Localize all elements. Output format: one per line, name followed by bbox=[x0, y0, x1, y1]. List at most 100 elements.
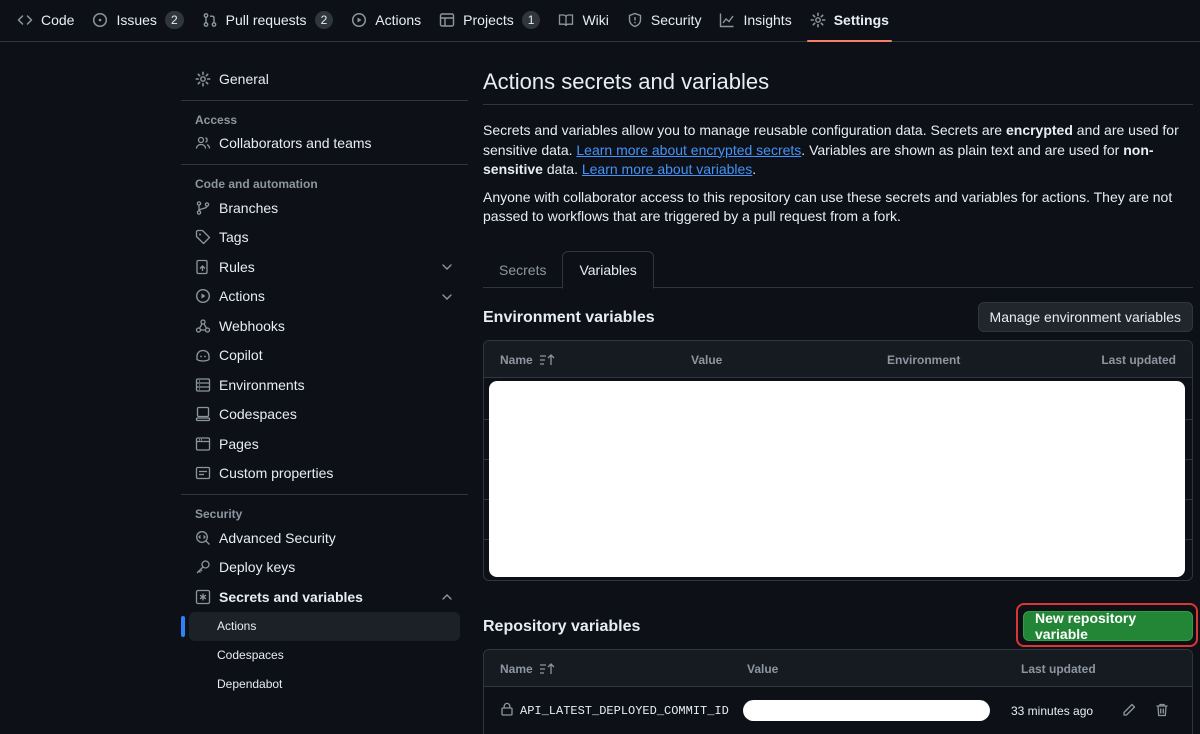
sidebar-heading-security: Security bbox=[195, 507, 243, 521]
pencil-icon[interactable] bbox=[1121, 702, 1137, 718]
projects-count: 1 bbox=[521, 11, 541, 29]
issues-count: 2 bbox=[164, 11, 184, 29]
sidebar-item-label: Webhooks bbox=[219, 317, 285, 334]
tab-security[interactable]: Security bbox=[618, 0, 711, 40]
play-icon bbox=[195, 288, 211, 304]
chevron-down-icon[interactable] bbox=[440, 290, 454, 304]
col-name[interactable]: Name bbox=[500, 662, 555, 676]
new-repository-variable-button[interactable]: New repository variable bbox=[1023, 610, 1193, 642]
tab-insights-label: Insights bbox=[743, 12, 792, 28]
sidebar-subitem-label: Actions bbox=[217, 619, 257, 633]
repo-push-icon bbox=[195, 259, 211, 275]
table-header: Name Value Last updated bbox=[484, 650, 1192, 687]
tab-wiki[interactable]: Wiki bbox=[549, 0, 617, 40]
tab-pull-requests[interactable]: Pull requests 2 bbox=[193, 0, 343, 40]
description-paragraph: Secrets and variables allow you to manag… bbox=[483, 121, 1193, 180]
sidebar-subitem-label: Dependabot bbox=[217, 677, 283, 691]
tab-projects-label: Projects bbox=[463, 12, 514, 28]
col-environment: Environment bbox=[887, 353, 961, 367]
asterisk-icon bbox=[195, 589, 211, 605]
sidebar-item-pages[interactable]: Pages bbox=[181, 429, 468, 459]
col-name-label: Name bbox=[500, 353, 533, 367]
sidebar-item-label: Actions bbox=[219, 288, 265, 305]
sidebar-item-branches[interactable]: Branches bbox=[181, 193, 468, 223]
sidebar-item-label: Rules bbox=[219, 258, 255, 275]
code-icon bbox=[17, 12, 33, 28]
sidebar-item-rules[interactable]: Rules bbox=[181, 252, 468, 282]
tab-variables[interactable]: Variables bbox=[562, 251, 654, 289]
tab-issues-label: Issues bbox=[116, 12, 157, 28]
sidebar-item-label: Tags bbox=[219, 229, 249, 246]
learn-encrypted-secrets-link[interactable]: Learn more about encrypted secrets bbox=[576, 142, 801, 158]
tab-actions[interactable]: Actions bbox=[342, 0, 430, 40]
sidebar-item-environments[interactable]: Environments bbox=[181, 370, 468, 400]
trash-icon[interactable] bbox=[1154, 702, 1170, 718]
issue-opened-icon bbox=[92, 12, 108, 28]
environment-variables-table: Name Value Environment Last updated bbox=[483, 340, 1193, 581]
sidebar-item-deploy-keys[interactable]: Deploy keys bbox=[181, 553, 468, 583]
sidebar-item-webhooks[interactable]: Webhooks bbox=[181, 311, 468, 341]
tab-secrets[interactable]: Secrets bbox=[483, 251, 562, 288]
sidebar-item-custom-properties[interactable]: Custom properties bbox=[181, 459, 468, 489]
tab-settings[interactable]: Settings bbox=[801, 0, 898, 42]
table-icon bbox=[439, 12, 455, 28]
page-title: Actions secrets and variables bbox=[483, 69, 770, 94]
sidebar-item-codespaces[interactable]: Codespaces bbox=[181, 400, 468, 430]
tab-code[interactable]: Code bbox=[8, 0, 83, 40]
sidebar-item-label: Custom properties bbox=[219, 465, 334, 482]
manage-environment-variables-button[interactable]: Manage environment variables bbox=[977, 302, 1193, 332]
sort-ascending-icon[interactable] bbox=[539, 663, 555, 675]
main-content: Actions secrets and variables Secrets an… bbox=[483, 58, 1198, 734]
graph-icon bbox=[719, 12, 735, 28]
tab-settings-label: Settings bbox=[833, 12, 889, 28]
server-icon bbox=[195, 377, 211, 393]
sidebar-item-label: Secrets and variables bbox=[219, 588, 363, 605]
gear-icon bbox=[810, 12, 826, 28]
sidebar-item-label: Collaborators and teams bbox=[219, 135, 372, 152]
sidebar-item-collaborators[interactable]: Collaborators and teams bbox=[181, 129, 468, 159]
desc-text: . bbox=[752, 161, 757, 177]
tab-projects[interactable]: Projects 1 bbox=[430, 0, 549, 40]
sidebar-item-label: Advanced Security bbox=[219, 529, 336, 546]
sidebar-item-tags[interactable]: Tags bbox=[181, 223, 468, 253]
col-name-label: Name bbox=[500, 662, 533, 676]
lock-icon bbox=[501, 702, 513, 716]
git-branch-icon bbox=[195, 200, 211, 216]
sidebar-item-label: Copilot bbox=[219, 347, 263, 364]
col-last-updated: Last updated bbox=[1101, 353, 1176, 367]
sidebar-subitem-codespaces[interactable]: Codespaces bbox=[181, 641, 468, 670]
col-value: Value bbox=[747, 662, 779, 676]
sidebar-subitem-dependabot[interactable]: Dependabot bbox=[181, 670, 468, 699]
sidebar-item-advanced-security[interactable]: Advanced Security bbox=[181, 523, 468, 553]
chevron-up-icon[interactable] bbox=[440, 590, 454, 604]
sidebar-item-general[interactable]: General bbox=[181, 64, 468, 94]
chevron-down-icon[interactable] bbox=[440, 260, 454, 274]
sidebar-subitem-actions[interactable]: Actions bbox=[181, 611, 460, 641]
webhook-icon bbox=[195, 318, 211, 334]
sidebar-item-copilot[interactable]: Copilot bbox=[181, 341, 468, 371]
codespaces-icon bbox=[195, 406, 211, 422]
gear-icon bbox=[195, 71, 211, 87]
people-icon bbox=[195, 135, 211, 151]
play-icon bbox=[351, 12, 367, 28]
learn-variables-link[interactable]: Learn more about variables bbox=[582, 161, 752, 177]
tab-issues[interactable]: Issues 2 bbox=[83, 0, 192, 40]
desc-text: data. bbox=[542, 161, 582, 177]
sort-ascending-icon[interactable] bbox=[539, 354, 555, 366]
tab-wiki-label: Wiki bbox=[582, 12, 609, 28]
sidebar-item-actions[interactable]: Actions bbox=[181, 282, 468, 312]
sidebar-item-secrets-and-variables[interactable]: Secrets and variables bbox=[181, 582, 468, 612]
repo-nav: Code Issues 2 Pull requests 2 Actions Pr… bbox=[0, 0, 1200, 42]
sidebar-item-label: Codespaces bbox=[219, 406, 297, 423]
tab-pull-requests-label: Pull requests bbox=[225, 12, 307, 28]
desc-bold: encrypted bbox=[1005, 122, 1073, 138]
tab-insights[interactable]: Insights bbox=[710, 0, 800, 40]
key-icon bbox=[195, 559, 211, 575]
sidebar-item-label: Deploy keys bbox=[219, 559, 296, 576]
sidebar-item-label: Branches bbox=[219, 199, 279, 216]
desc-text: . Variables are shown as plain text and … bbox=[801, 141, 1124, 158]
repository-variables-title: Repository variables bbox=[483, 618, 641, 635]
desc-text: Secrets and variables allow you to manag… bbox=[483, 122, 1006, 138]
col-name[interactable]: Name bbox=[500, 353, 555, 367]
tab-security-label: Security bbox=[650, 12, 702, 28]
